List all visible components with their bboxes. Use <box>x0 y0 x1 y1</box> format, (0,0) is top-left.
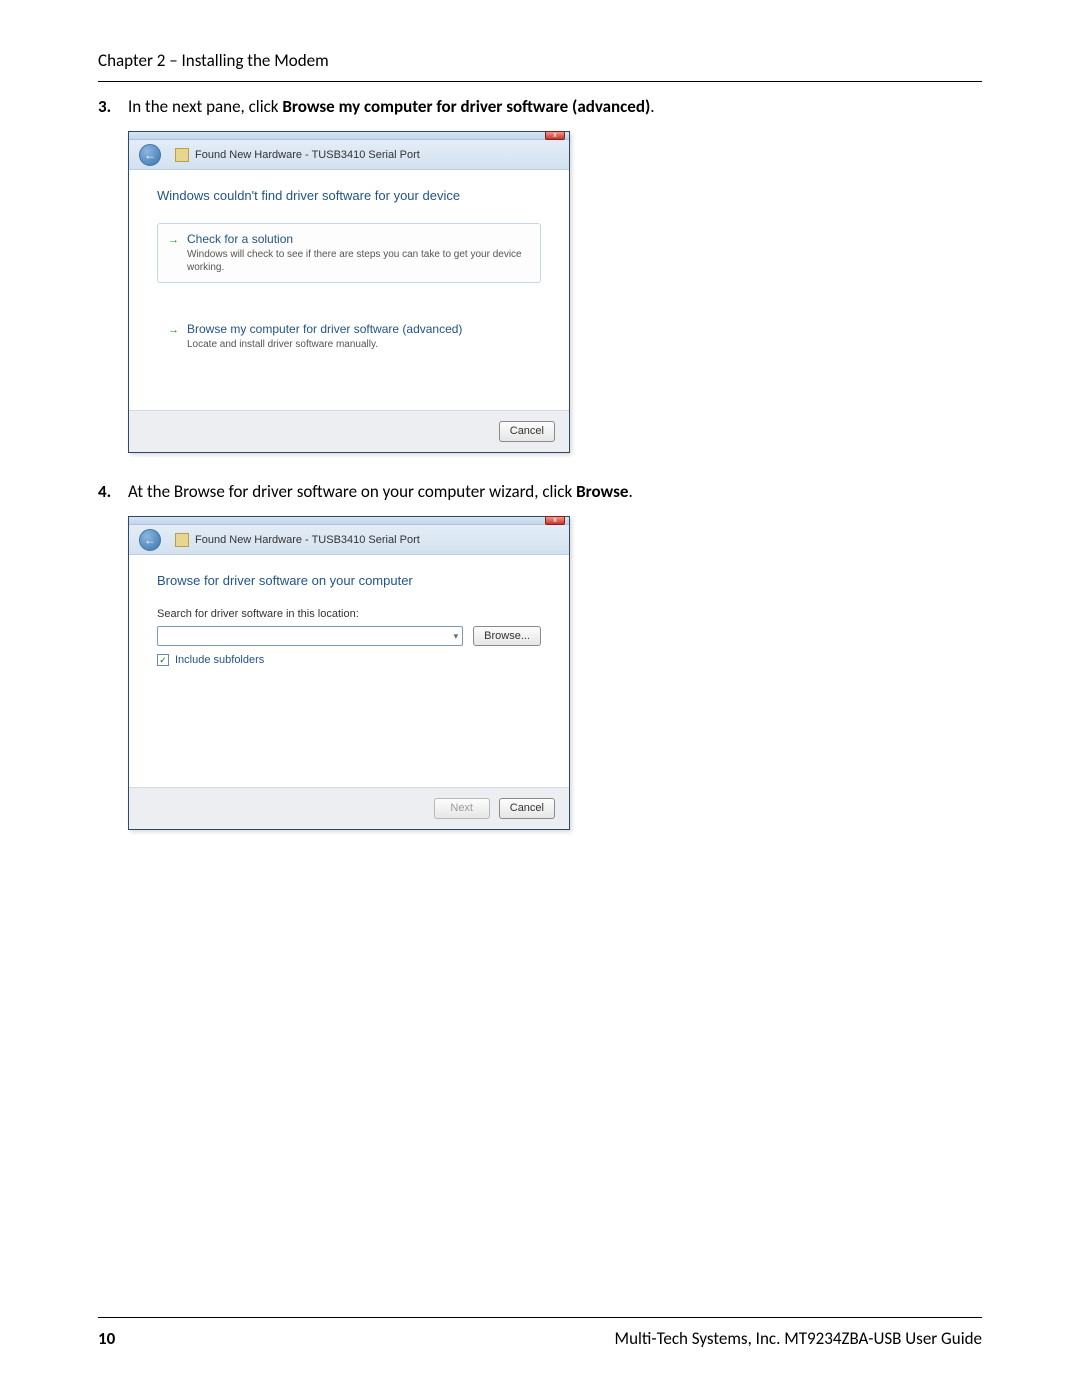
footer-guide-title: Multi-Tech Systems, Inc. MT9234ZBA-USB U… <box>615 1328 982 1349</box>
dialog-body: Windows couldn't find driver software fo… <box>129 170 569 410</box>
back-button[interactable]: ← <box>139 144 161 166</box>
step3-bold: Browse my computer for driver software (… <box>282 96 650 117</box>
step-text: At the Browse for driver software on you… <box>128 481 982 502</box>
dialog-nav: ← Found New Hardware - TUSB3410 Serial P… <box>129 525 569 555</box>
step-3: 3. In the next pane, click Browse my com… <box>98 96 982 117</box>
page-number: 10 <box>98 1328 115 1349</box>
option-title: Browse my computer for driver software (… <box>187 322 462 336</box>
arrow-icon: → <box>168 324 179 351</box>
step4-bold: Browse <box>576 481 628 502</box>
arrow-icon: → <box>168 234 179 274</box>
back-button[interactable]: ← <box>139 529 161 551</box>
location-combo[interactable]: ▾ <box>157 626 463 646</box>
step-number: 4. <box>98 481 128 502</box>
dialog-title: Found New Hardware - TUSB3410 Serial Por… <box>195 534 420 546</box>
search-location-label: Search for driver software in this locat… <box>157 608 541 620</box>
step-number: 3. <box>98 96 128 117</box>
back-arrow-icon: ← <box>144 533 156 547</box>
include-subfolders-label: Include subfolders <box>175 654 264 666</box>
include-subfolders-row[interactable]: ✓ Include subfolders <box>157 654 541 666</box>
next-button[interactable]: Next <box>434 798 490 819</box>
hardware-icon <box>175 533 189 547</box>
browse-button[interactable]: Browse... <box>473 626 541 646</box>
step4-post: . <box>628 481 632 502</box>
step-4: 4. At the Browse for driver software on … <box>98 481 982 502</box>
step-text: In the next pane, click Browse my comput… <box>128 96 982 117</box>
step4-pre: At the Browse for driver software on you… <box>128 481 576 502</box>
dialog-titlebar: x <box>129 517 569 525</box>
found-new-hardware-dialog-2: x ← Found New Hardware - TUSB3410 Serial… <box>128 516 570 830</box>
dialog-footer: Cancel <box>129 410 569 452</box>
dialog-titlebar: x <box>129 132 569 140</box>
close-icon[interactable]: x <box>545 131 565 140</box>
page-footer: 10 Multi-Tech Systems, Inc. MT9234ZBA-US… <box>98 1317 982 1349</box>
option-desc: Locate and install driver software manua… <box>187 338 462 351</box>
close-icon[interactable]: x <box>545 516 565 525</box>
option-desc: Windows will check to see if there are s… <box>187 248 530 274</box>
check-icon: ✓ <box>159 655 167 666</box>
include-subfolders-checkbox[interactable]: ✓ <box>157 654 169 666</box>
back-arrow-icon: ← <box>144 148 156 162</box>
dialog-body: Browse for driver software on your compu… <box>129 555 569 787</box>
dialog-nav: ← Found New Hardware - TUSB3410 Serial P… <box>129 140 569 170</box>
option-title: Check for a solution <box>187 232 530 246</box>
dialog-footer: Next Cancel <box>129 787 569 829</box>
cancel-button[interactable]: Cancel <box>499 798 555 819</box>
found-new-hardware-dialog-1: x ← Found New Hardware - TUSB3410 Serial… <box>128 131 570 453</box>
chevron-down-icon: ▾ <box>454 631 459 642</box>
step3-pre: In the next pane, click <box>128 96 282 117</box>
dialog-heading: Windows couldn't find driver software fo… <box>157 188 541 203</box>
chapter-header: Chapter 2 – Installing the Modem <box>98 50 982 82</box>
step3-post: . <box>650 96 654 117</box>
hardware-icon <box>175 148 189 162</box>
option-check-solution[interactable]: → Check for a solution Windows will chec… <box>157 223 541 283</box>
dialog-title: Found New Hardware - TUSB3410 Serial Por… <box>195 149 420 161</box>
cancel-button[interactable]: Cancel <box>499 421 555 442</box>
option-browse-computer[interactable]: → Browse my computer for driver software… <box>157 313 541 360</box>
dialog-heading: Browse for driver software on your compu… <box>157 573 541 588</box>
